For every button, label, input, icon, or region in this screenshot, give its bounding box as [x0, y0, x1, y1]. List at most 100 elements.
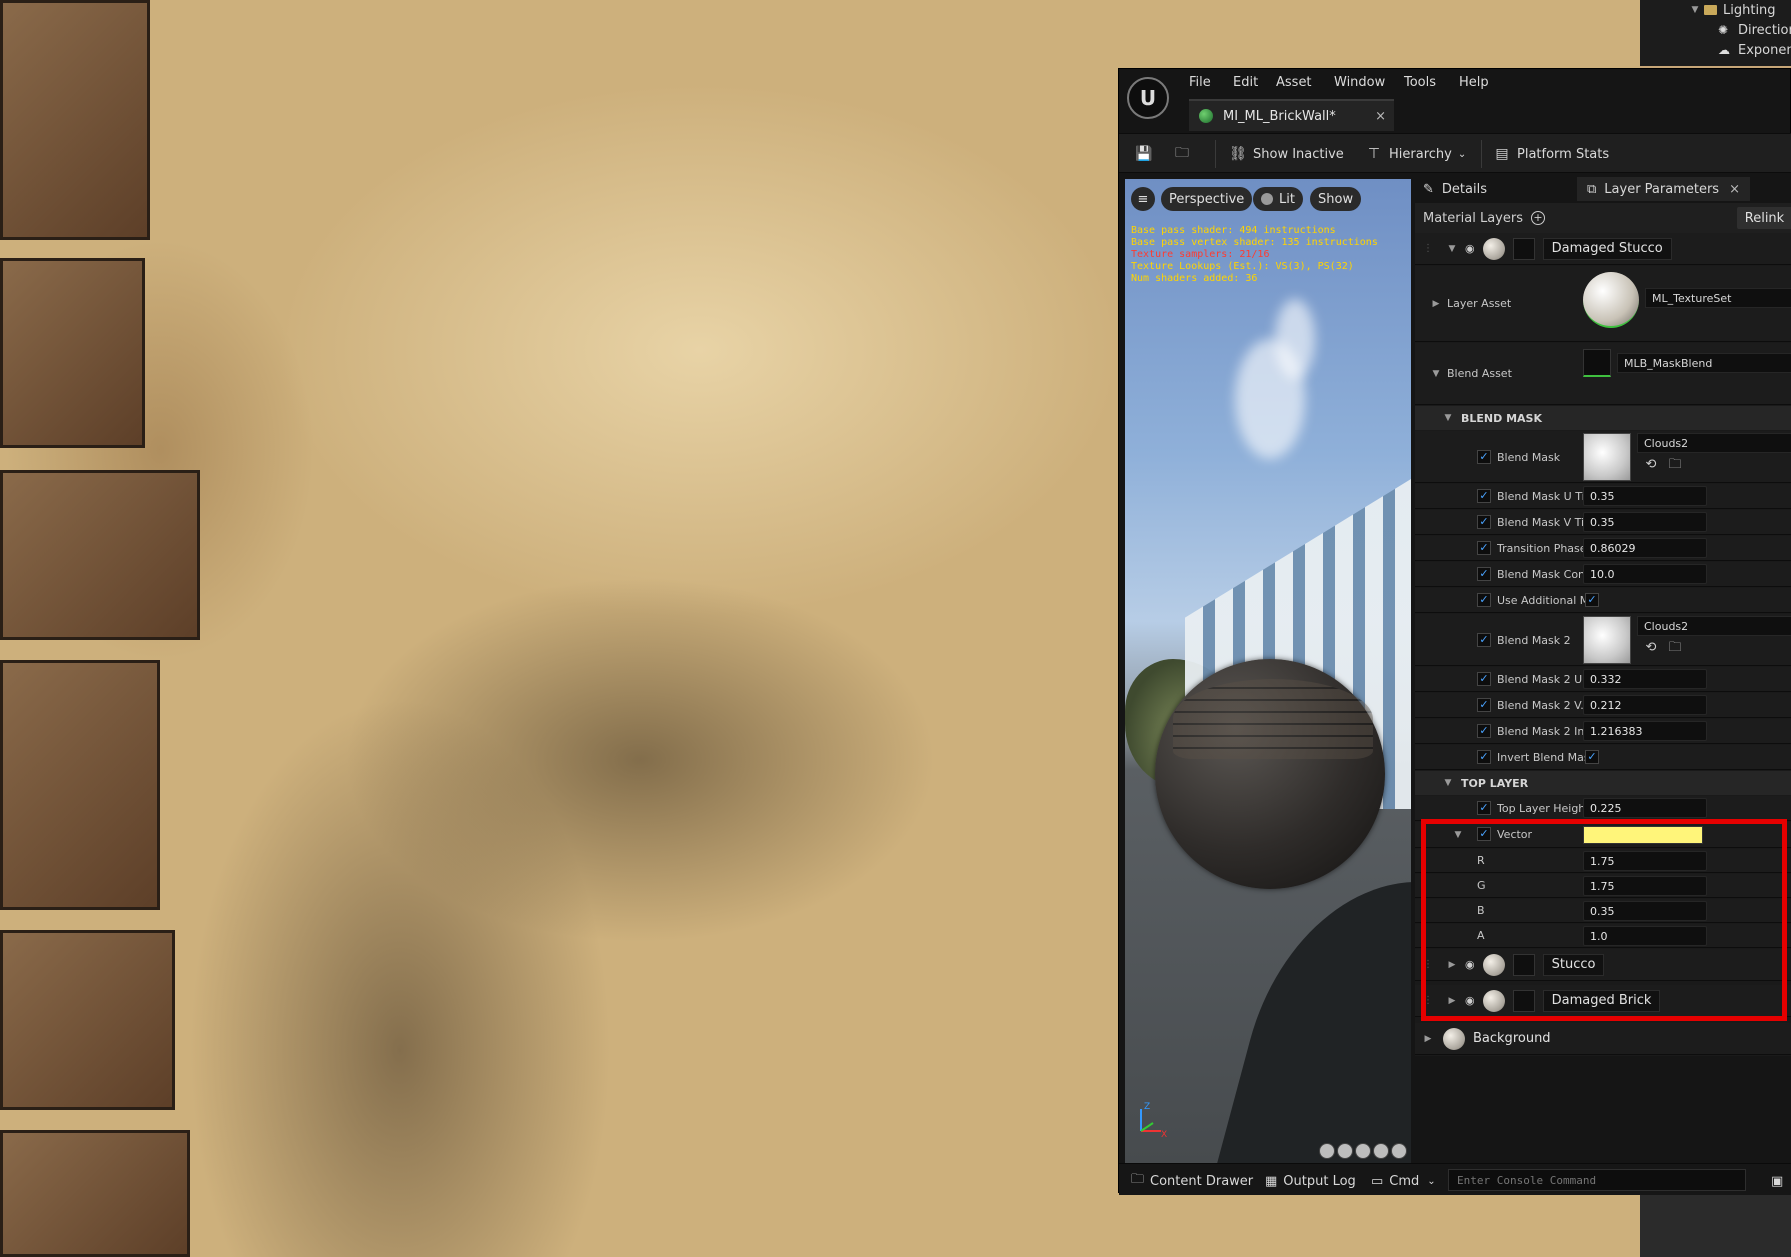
texture-name[interactable]: Clouds2	[1637, 616, 1791, 636]
content-drawer-button[interactable]: 🗀 Content Drawer	[1131, 1170, 1253, 1192]
show-button[interactable]: Show	[1310, 187, 1362, 211]
param-value-field[interactable]: 0.332	[1583, 669, 1707, 689]
blend-asset-thumbnail[interactable]	[1583, 349, 1611, 377]
sphere-preview-icon[interactable]	[1337, 1143, 1353, 1159]
axis-z-label: Z	[1144, 1102, 1150, 1112]
cmd-button[interactable]: ▭ Cmd ⌄	[1371, 1170, 1436, 1192]
param-value-field[interactable]: 0.35	[1583, 486, 1707, 506]
channel-value-field[interactable]: 0.35	[1583, 901, 1707, 921]
close-icon[interactable]: ×	[1375, 109, 1386, 124]
drag-handle-icon[interactable]: ⋮	[1423, 243, 1433, 254]
show-inactive-button[interactable]: ⛓ Show Inactive	[1229, 142, 1344, 166]
override-checkbox[interactable]: ✓	[1477, 750, 1491, 764]
param-value-field[interactable]: 0.35	[1583, 512, 1707, 532]
override-checkbox[interactable]: ✓	[1477, 567, 1491, 581]
add-layer-icon[interactable]: +	[1530, 211, 1545, 225]
relink-button[interactable]: Relink	[1737, 207, 1791, 229]
blend-mask-2-texture-thumbnail[interactable]	[1583, 616, 1631, 664]
channel-value-field[interactable]: 1.0	[1583, 926, 1707, 946]
layer-name-field[interactable]: Damaged Brick	[1542, 989, 1661, 1012]
override-checkbox[interactable]: ✓	[1477, 541, 1491, 555]
outliner-item-lighting[interactable]: ▼ Lighting	[1690, 0, 1776, 20]
chevron-right-icon[interactable]: ▶	[1423, 1034, 1433, 1044]
cylinder-preview-icon[interactable]	[1319, 1143, 1335, 1159]
layer-row-stucco[interactable]: ⋮ ▶ ◉ Stucco	[1415, 949, 1791, 981]
override-checkbox[interactable]: ✓	[1477, 672, 1491, 686]
blend-mask-section-header[interactable]: ▼ BLEND MASK	[1415, 406, 1791, 430]
override-checkbox[interactable]: ✓	[1477, 489, 1491, 503]
console-command-input[interactable]	[1448, 1169, 1746, 1191]
teapot-preview-icon[interactable]	[1391, 1143, 1407, 1159]
override-checkbox[interactable]: ✓	[1477, 827, 1491, 841]
preview-viewport[interactable]: ≡ Perspective Lit Show Base pass shader:…	[1125, 179, 1411, 1163]
tab-details[interactable]: ✎ Details	[1423, 177, 1487, 201]
value-checkbox[interactable]: ✓	[1585, 593, 1599, 607]
perspective-button[interactable]: Perspective	[1161, 187, 1253, 211]
override-checkbox[interactable]: ✓	[1477, 698, 1491, 712]
menu-window[interactable]: Window	[1334, 75, 1385, 90]
drag-handle-icon[interactable]: ⋮	[1423, 995, 1433, 1006]
drag-handle-icon[interactable]: ⋮	[1423, 959, 1433, 970]
lit-button[interactable]: Lit	[1253, 187, 1303, 211]
override-checkbox[interactable]: ✓	[1477, 593, 1491, 607]
eye-icon[interactable]: ◉	[1465, 242, 1475, 255]
source-control-button[interactable]: ▣	[1771, 1170, 1783, 1192]
override-checkbox[interactable]: ✓	[1477, 515, 1491, 529]
output-log-button[interactable]: ▦ Output Log	[1265, 1170, 1356, 1192]
browse-button[interactable]: 🗀	[1173, 142, 1197, 166]
directional-light-icon: ✺	[1718, 23, 1729, 37]
eye-icon[interactable]: ◉	[1465, 994, 1475, 1007]
layer-name-field[interactable]: Stucco	[1542, 953, 1605, 976]
tab-layer-parameters[interactable]: ⧉ Layer Parameters ×	[1577, 177, 1750, 201]
chevron-right-icon[interactable]: ▶	[1447, 996, 1457, 1006]
outliner-item-directional-light[interactable]: ✺ Direction	[1718, 20, 1791, 40]
param-value-field[interactable]: 0.225	[1583, 798, 1707, 818]
channel-value-field[interactable]: 1.75	[1583, 876, 1707, 896]
layer-row-damaged-brick[interactable]: ⋮ ▶ ◉ Damaged Brick	[1415, 985, 1791, 1017]
value-checkbox[interactable]: ✓	[1585, 750, 1599, 764]
eye-icon[interactable]: ◉	[1465, 958, 1475, 971]
chevron-down-icon[interactable]: ▼	[1431, 369, 1441, 379]
chevron-down-icon[interactable]: ▼	[1447, 244, 1457, 254]
layer-name-field[interactable]: Damaged Stucco	[1542, 237, 1672, 260]
param-value-field[interactable]: 10.0	[1583, 564, 1707, 584]
override-checkbox[interactable]: ✓	[1477, 633, 1491, 647]
blend-mask-texture-thumbnail[interactable]	[1583, 433, 1631, 481]
reset-arrow-icon[interactable]: ⟲	[1643, 640, 1659, 656]
chevron-down-icon[interactable]: ▼	[1453, 830, 1463, 840]
top-layer-section-header[interactable]: ▼ TOP LAYER	[1415, 771, 1791, 795]
chevron-right-icon[interactable]: ▶	[1447, 960, 1457, 970]
platform-stats-button[interactable]: ▤ Platform Stats	[1493, 142, 1609, 166]
browse-icon[interactable]: 🗀	[1667, 457, 1683, 473]
channel-value-field[interactable]: 1.75	[1583, 851, 1707, 871]
menu-file[interactable]: File	[1189, 75, 1211, 90]
hierarchy-button[interactable]: ⊤ Hierarchy ⌄	[1365, 142, 1466, 166]
save-button[interactable]: 💾	[1135, 142, 1159, 166]
plane-preview-icon[interactable]	[1355, 1143, 1371, 1159]
menu-help[interactable]: Help	[1459, 75, 1489, 90]
layer-asset-name[interactable]: ML_TextureSet	[1645, 288, 1791, 308]
outliner-item-exponential-fog[interactable]: ☁ Exponen	[1718, 40, 1791, 60]
browse-icon[interactable]: 🗀	[1667, 640, 1683, 656]
override-checkbox[interactable]: ✓	[1477, 724, 1491, 738]
vector-color-swatch[interactable]	[1583, 826, 1703, 844]
viewport-options-button[interactable]: ≡	[1131, 187, 1155, 211]
param-value-field[interactable]: 1.216383	[1583, 721, 1707, 741]
layer-row-damaged-stucco[interactable]: ⋮ ▼ ◉ Damaged Stucco	[1415, 233, 1791, 265]
menu-tools[interactable]: Tools	[1404, 75, 1436, 90]
layer-row-background[interactable]: ▶ Background	[1415, 1023, 1791, 1055]
override-checkbox[interactable]: ✓	[1477, 801, 1491, 815]
param-value-field[interactable]: 0.86029	[1583, 538, 1707, 558]
texture-name[interactable]: Clouds2	[1637, 433, 1791, 453]
document-tab[interactable]: MI_ML_BrickWall* ×	[1189, 99, 1394, 131]
close-icon[interactable]: ×	[1729, 182, 1740, 197]
reset-arrow-icon[interactable]: ⟲	[1643, 457, 1659, 473]
menu-asset[interactable]: Asset	[1276, 75, 1312, 90]
param-value-field[interactable]: 0.212	[1583, 695, 1707, 715]
menu-edit[interactable]: Edit	[1233, 75, 1258, 90]
cube-preview-icon[interactable]	[1373, 1143, 1389, 1159]
override-checkbox[interactable]: ✓	[1477, 450, 1491, 464]
blend-asset-name[interactable]: MLB_MaskBlend	[1617, 353, 1791, 373]
chevron-right-icon[interactable]: ▶	[1431, 299, 1441, 309]
layer-asset-thumbnail[interactable]	[1583, 272, 1639, 328]
